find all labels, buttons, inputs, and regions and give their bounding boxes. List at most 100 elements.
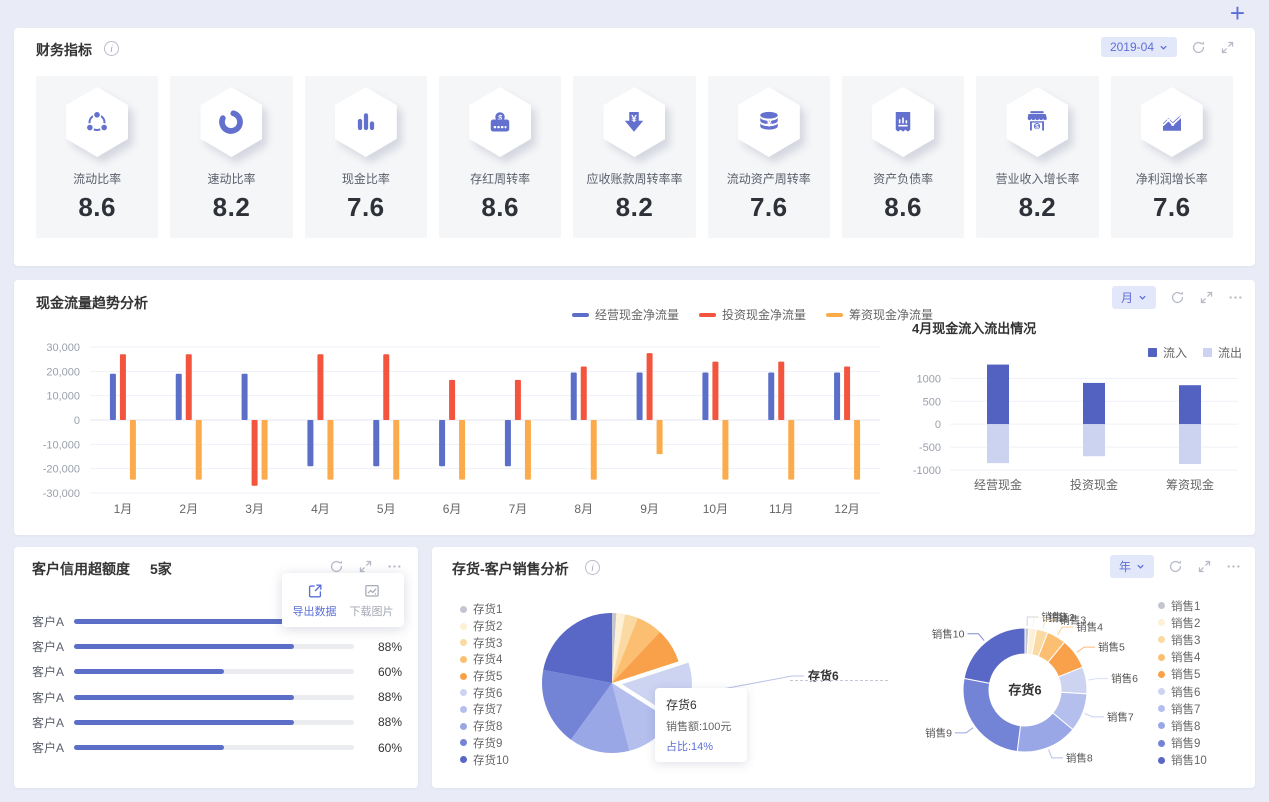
trend-bar[interactable] — [580, 366, 587, 420]
trend-bar[interactable] — [778, 361, 785, 420]
trend-bar[interactable] — [570, 372, 577, 420]
trend-bar[interactable] — [383, 354, 390, 420]
legend-item[interactable]: 销售2 — [1158, 614, 1207, 631]
export-data-menu-item[interactable]: 导出数据 — [286, 582, 343, 619]
credit-bar[interactable] — [74, 669, 354, 675]
legend-item[interactable]: 销售3 — [1158, 631, 1207, 648]
trend-bar[interactable] — [373, 420, 380, 467]
more-icon[interactable] — [387, 559, 402, 574]
trend-bar[interactable] — [109, 373, 116, 420]
legend-item[interactable]: 销售7 — [1158, 700, 1207, 717]
outflow-bar[interactable] — [1179, 424, 1201, 465]
legend-item[interactable]: 投资现金净流量 — [699, 306, 806, 323]
legend-item[interactable]: 销售6 — [1158, 683, 1207, 700]
legend-swatch — [460, 655, 467, 663]
legend-item[interactable]: 存货5 — [460, 668, 509, 685]
legend-item[interactable]: 存货6 — [460, 684, 509, 701]
legend-item[interactable]: 经营现金净流量 — [572, 306, 679, 323]
trend-bar[interactable] — [722, 420, 729, 480]
inflow-bar[interactable] — [1083, 382, 1105, 425]
trend-bar[interactable] — [504, 420, 511, 467]
refresh-icon[interactable] — [329, 559, 344, 574]
trend-bar[interactable] — [712, 361, 719, 420]
refresh-icon[interactable] — [1168, 559, 1183, 574]
trend-bar[interactable] — [459, 420, 466, 480]
trend-bar[interactable] — [788, 420, 795, 480]
legend-item[interactable]: 销售8 — [1158, 717, 1207, 734]
period-filter-dropdown[interactable]: 月 — [1111, 286, 1156, 309]
trend-bar[interactable] — [834, 372, 841, 420]
inflow-bar[interactable] — [987, 364, 1009, 425]
metric-card[interactable]: 净利润增长率 7.6 — [1110, 76, 1233, 238]
outflow-bar[interactable] — [987, 424, 1009, 464]
legend-item[interactable]: 销售9 — [1158, 735, 1207, 752]
expand-icon[interactable] — [358, 559, 373, 574]
info-icon[interactable] — [104, 41, 119, 56]
add-widget-button[interactable]: + — [1230, 0, 1245, 28]
trend-bar[interactable] — [514, 379, 521, 420]
metric-card[interactable]: 速动比率 8.2 — [170, 76, 293, 238]
trend-bar[interactable] — [524, 420, 531, 480]
outflow-bar[interactable] — [1083, 424, 1105, 457]
year-filter-dropdown[interactable]: 年 — [1109, 555, 1154, 578]
trend-bar[interactable] — [844, 366, 851, 420]
metric-card[interactable]: $ 营业收入增长率 8.2 — [976, 76, 1099, 238]
donut-slice[interactable] — [963, 627, 1026, 684]
credit-bar[interactable] — [74, 745, 354, 751]
legend-item[interactable]: 存货2 — [460, 618, 509, 635]
legend-item[interactable]: 存货9 — [460, 735, 509, 752]
trend-bar[interactable] — [129, 420, 136, 480]
legend-item[interactable]: 销售1 — [1158, 597, 1207, 614]
trend-bar[interactable] — [768, 372, 775, 420]
metric-card[interactable]: 流动比率 8.6 — [36, 76, 159, 238]
legend-item[interactable]: 存货8 — [460, 718, 509, 735]
legend-item[interactable]: 销售10 — [1158, 752, 1207, 769]
refresh-icon[interactable] — [1191, 40, 1206, 55]
trend-bar[interactable] — [185, 354, 192, 420]
legend-item[interactable]: 存货4 — [460, 651, 509, 668]
expand-icon[interactable] — [1197, 559, 1212, 574]
date-filter-dropdown[interactable]: 2019-04 — [1100, 37, 1177, 57]
metric-card[interactable]: $ 存红周转率 8.6 — [438, 76, 562, 238]
more-icon[interactable] — [1226, 559, 1241, 574]
trend-bar[interactable] — [119, 354, 126, 420]
trend-bar[interactable] — [241, 373, 248, 420]
legend-item[interactable]: 存货7 — [460, 701, 509, 718]
legend-item[interactable]: 存货3 — [460, 634, 509, 651]
legend-item[interactable]: 销售5 — [1158, 666, 1207, 683]
trend-bar[interactable] — [646, 353, 653, 420]
trend-bar[interactable] — [195, 420, 202, 480]
info-icon[interactable] — [585, 560, 600, 575]
expand-icon[interactable] — [1220, 40, 1235, 55]
credit-bar[interactable] — [74, 644, 354, 650]
trend-bar[interactable] — [307, 420, 314, 467]
trend-bar[interactable] — [251, 420, 258, 486]
trend-bar[interactable] — [327, 420, 334, 480]
legend-item[interactable]: 存货1 — [460, 601, 509, 618]
trend-bar[interactable] — [175, 373, 182, 420]
metric-card[interactable]: 现金比率 7.6 — [304, 76, 427, 238]
trend-bar[interactable] — [590, 420, 597, 480]
metric-card[interactable]: ¥ 应收账款周转率率 8.2 — [573, 76, 696, 238]
metric-card[interactable]: ¥ 流动资产周转率 7.6 — [707, 76, 830, 238]
trend-bar[interactable] — [261, 420, 268, 480]
trend-bar[interactable] — [656, 420, 663, 455]
trend-bar[interactable] — [393, 420, 400, 480]
refresh-icon[interactable] — [1170, 290, 1185, 305]
legend-label: 存货5 — [473, 671, 503, 684]
credit-bar[interactable] — [74, 719, 354, 725]
credit-bar[interactable] — [74, 694, 354, 700]
trend-bar[interactable] — [439, 420, 446, 467]
inflow-bar[interactable] — [1179, 385, 1201, 425]
trend-bar[interactable] — [636, 372, 643, 420]
expand-icon[interactable] — [1199, 290, 1214, 305]
legend-item[interactable]: 销售4 — [1158, 649, 1207, 666]
more-icon[interactable] — [1228, 290, 1243, 305]
download-image-menu-item[interactable]: 下载图片 — [343, 582, 400, 619]
trend-bar[interactable] — [854, 420, 861, 480]
metric-card[interactable]: 资产负债率 8.6 — [841, 76, 965, 238]
trend-bar[interactable] — [702, 372, 709, 420]
trend-bar[interactable] — [449, 379, 456, 420]
legend-item[interactable]: 存货10 — [460, 751, 509, 768]
trend-bar[interactable] — [317, 354, 324, 420]
